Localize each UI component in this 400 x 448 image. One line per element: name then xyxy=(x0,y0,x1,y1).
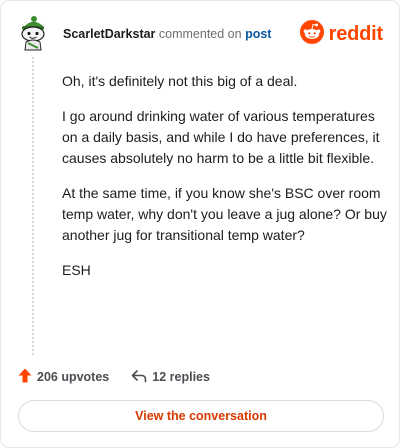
comment-paragraph: Oh, it's definitely not this big of a de… xyxy=(62,73,298,89)
avatar-icon[interactable] xyxy=(17,15,49,51)
username-link[interactable]: ScarletDarkstar xyxy=(63,27,155,41)
upvotes-stat[interactable]: 206 upvotes xyxy=(18,368,109,386)
reddit-brand[interactable]: reddit xyxy=(299,19,384,49)
replies-count: 12 replies xyxy=(152,370,210,384)
upvotes-count: 206 upvotes xyxy=(37,370,110,384)
reply-arrow-icon xyxy=(131,369,152,386)
comment-paragraph: I go around drinking water of various te… xyxy=(62,108,380,166)
action-text: commented on xyxy=(158,27,242,41)
comment-body: Oh, it's definitely not this big of a de… xyxy=(62,71,388,295)
upvote-arrow-icon xyxy=(18,368,37,386)
replies-stat[interactable]: 12 replies xyxy=(131,369,210,386)
comment-card: ScarletDarkstar commented on post reddit xyxy=(0,0,400,448)
comment-paragraph: ESH xyxy=(62,262,91,278)
comment-stats: 206 upvotes 12 replies xyxy=(18,367,210,387)
comment-paragraph: At the same time, if you know she's BSC … xyxy=(62,185,387,243)
post-link[interactable]: post xyxy=(245,27,271,41)
reddit-logo-icon xyxy=(299,19,324,49)
thread-line xyxy=(32,57,34,355)
byline: ScarletDarkstar commented on post xyxy=(63,27,271,41)
brand-wordmark: reddit xyxy=(328,22,384,45)
view-conversation-button[interactable]: View the conversation xyxy=(18,400,384,432)
comment-header: ScarletDarkstar commented on post reddit xyxy=(17,15,383,55)
